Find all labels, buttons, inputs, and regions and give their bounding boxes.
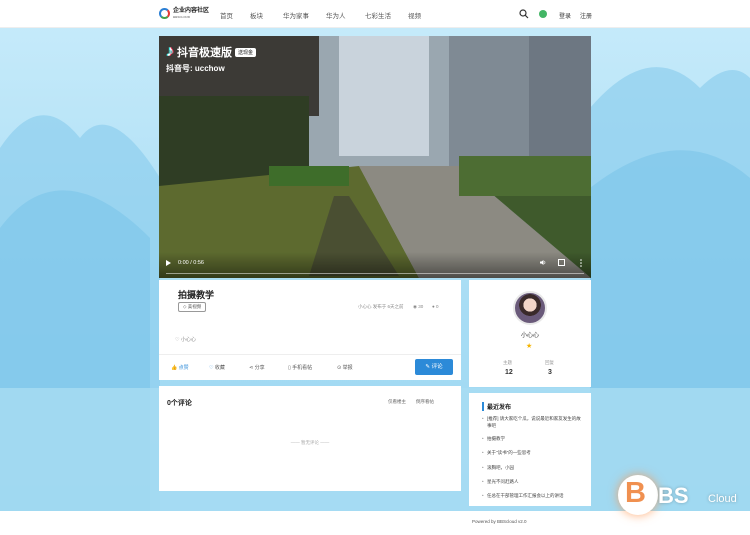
warning-icon: ⊙: [337, 365, 342, 371]
recent-posts-title: 最近发布: [482, 402, 511, 411]
theme-toggle-icon[interactable]: [539, 10, 547, 18]
post-card: 拍摄教学 ◇ 美视频 小心心 发布于 6天之前 ◉ 30 ● 0 ♡ 小心心 👍…: [159, 280, 461, 380]
only-op-toggle[interactable]: 仅看楼主: [388, 399, 406, 405]
register-link[interactable]: 注册: [580, 11, 592, 20]
author-card: 小心心 ★ 主题 12 回复 3: [469, 280, 591, 387]
watermark-b: B: [625, 477, 646, 509]
thumb-up-icon: 👍: [171, 365, 178, 371]
share-icon: ⋖: [249, 365, 254, 371]
favorite-button[interactable]: ♡ 收藏: [209, 364, 225, 371]
stat-replies-value: 3: [548, 369, 552, 376]
recent-post-item[interactable]: 任总在干部管理工作汇报会以上的讲话: [482, 492, 582, 499]
mobile-view-button[interactable]: ▯ 手机看帖: [288, 364, 312, 371]
douyin-watermark: ♪ 抖音极速版 送现金: [166, 43, 257, 61]
pencil-icon: ✎: [425, 364, 431, 370]
post-views-count: 30: [418, 304, 424, 309]
douyin-logo-icon: ♪: [166, 43, 174, 60]
post-comments-count: 0: [435, 304, 439, 309]
post-title: 拍摄教学: [178, 290, 215, 300]
nav-item-huawei-people[interactable]: 华为人: [326, 10, 346, 20]
douyin-account-id: 抖音号: ucchow: [166, 64, 225, 73]
phone-icon: ▯: [288, 365, 291, 371]
powered-by: Powered by BBScloud v2.0: [472, 519, 527, 524]
login-link[interactable]: 登录: [559, 11, 571, 20]
watermark-bs: BS: [658, 483, 689, 508]
report-label: 举报: [342, 365, 353, 371]
like-icon: ♡: [175, 337, 180, 343]
nav-item-home[interactable]: 首页: [220, 10, 233, 20]
nav-item-huawei-family[interactable]: 华为家事: [283, 10, 309, 20]
mobile-view-label: 手机看帖: [292, 365, 313, 371]
like-button[interactable]: 👍 点赞: [171, 364, 189, 371]
volume-icon[interactable]: [540, 259, 547, 266]
avatar[interactable]: [513, 291, 547, 325]
stat-topics-value: 12: [505, 369, 513, 376]
favorite-label: 收藏: [214, 365, 225, 371]
share-button[interactable]: ⋖ 分享: [249, 364, 265, 371]
recent-posts-card: 最近发布 [推荐] 请大家吃个瓜，说说最近和家友发生的故事吧 拍摄教学 关于"读…: [469, 393, 591, 506]
share-label: 分享: [254, 365, 265, 371]
post-body: ♡ 小心心: [175, 336, 196, 343]
comment-bubble-icon: ●: [432, 304, 435, 309]
stat-replies-label: 回复: [545, 360, 554, 365]
logo-mark-icon: [159, 8, 170, 19]
nav-item-video[interactable]: 视频: [408, 10, 421, 20]
report-button[interactable]: ⊙ 举报: [337, 364, 353, 371]
nav-item-boards[interactable]: 板块: [250, 10, 263, 20]
like-label: 点赞: [178, 365, 189, 371]
author-name[interactable]: 小心心: [469, 330, 591, 339]
fullscreen-icon[interactable]: [558, 259, 565, 266]
recent-post-item[interactable]: 关于"读书"的一些思考: [482, 449, 582, 456]
watermark-cloud: Cloud: [708, 493, 737, 505]
comment-button[interactable]: ✎ 评论: [415, 359, 453, 375]
more-options-icon[interactable]: [580, 259, 582, 267]
site-logo[interactable]: 企业内容社区 BBSCLOUD: [159, 8, 209, 19]
recent-post-item[interactable]: 拍摄教学: [482, 435, 582, 442]
post-category-tag[interactable]: ◇ 美视频: [178, 302, 207, 312]
video-player[interactable]: ♪ 抖音极速版 送现金 抖音号: ucchow 0:00 / 0:56: [159, 36, 591, 278]
logo-sub: BBSCLOUD: [173, 15, 190, 19]
video-time: 0:00 / 0:56: [178, 260, 204, 266]
reverse-order-toggle[interactable]: 倒序看帖: [416, 399, 434, 405]
comments-card: 0个评论 仅看楼主 倒序看帖 —— 暂无评论 ——: [159, 386, 461, 491]
video-controls: 0:00 / 0:56: [159, 252, 591, 278]
eye-icon: ◉: [413, 304, 417, 309]
search-icon[interactable]: [519, 9, 529, 19]
logo-text: 企业内容社区: [173, 8, 210, 14]
douyin-app-name: 抖音极速版: [177, 47, 232, 59]
post-meta: 小心心 发布于 6天之前: [358, 304, 404, 309]
heart-icon: ♡: [209, 365, 214, 371]
comments-title: 0个评论: [167, 400, 192, 407]
video-progress-bar[interactable]: [166, 273, 584, 274]
play-icon[interactable]: [166, 260, 171, 266]
comment-button-label: 评论: [431, 364, 443, 370]
bbscloud-watermark: B BS Cloud: [616, 475, 746, 523]
post-views: ◉ 30: [413, 304, 423, 310]
top-navbar: 企业内容社区 BBSCLOUD 首页 板块 华为家事 华为人 七彩生活 视频 登…: [0, 0, 750, 28]
stat-topics-label: 主题: [503, 360, 512, 365]
nav-item-colorful-life[interactable]: 七彩生活: [365, 10, 391, 20]
recent-post-item[interactable]: 星光不问赶路人: [482, 478, 582, 485]
post-actions: 👍 点赞 ♡ 收藏 ⋖ 分享 ▯ 手机看帖 ⊙ 举报 ✎ 评论: [159, 354, 461, 380]
star-icon: ★: [526, 343, 533, 350]
douyin-badge: 送现金: [235, 47, 257, 57]
recent-post-item[interactable]: 滚胸吧，小园: [482, 464, 582, 471]
post-body-text: 小心心: [180, 337, 196, 343]
recent-post-item[interactable]: [推荐] 请大家吃个瓜，说说最近和家友发生的故事吧: [482, 415, 582, 429]
post-comment-count: ● 0: [432, 304, 439, 309]
empty-comments-text: —— 暂无评论 ——: [290, 440, 330, 445]
